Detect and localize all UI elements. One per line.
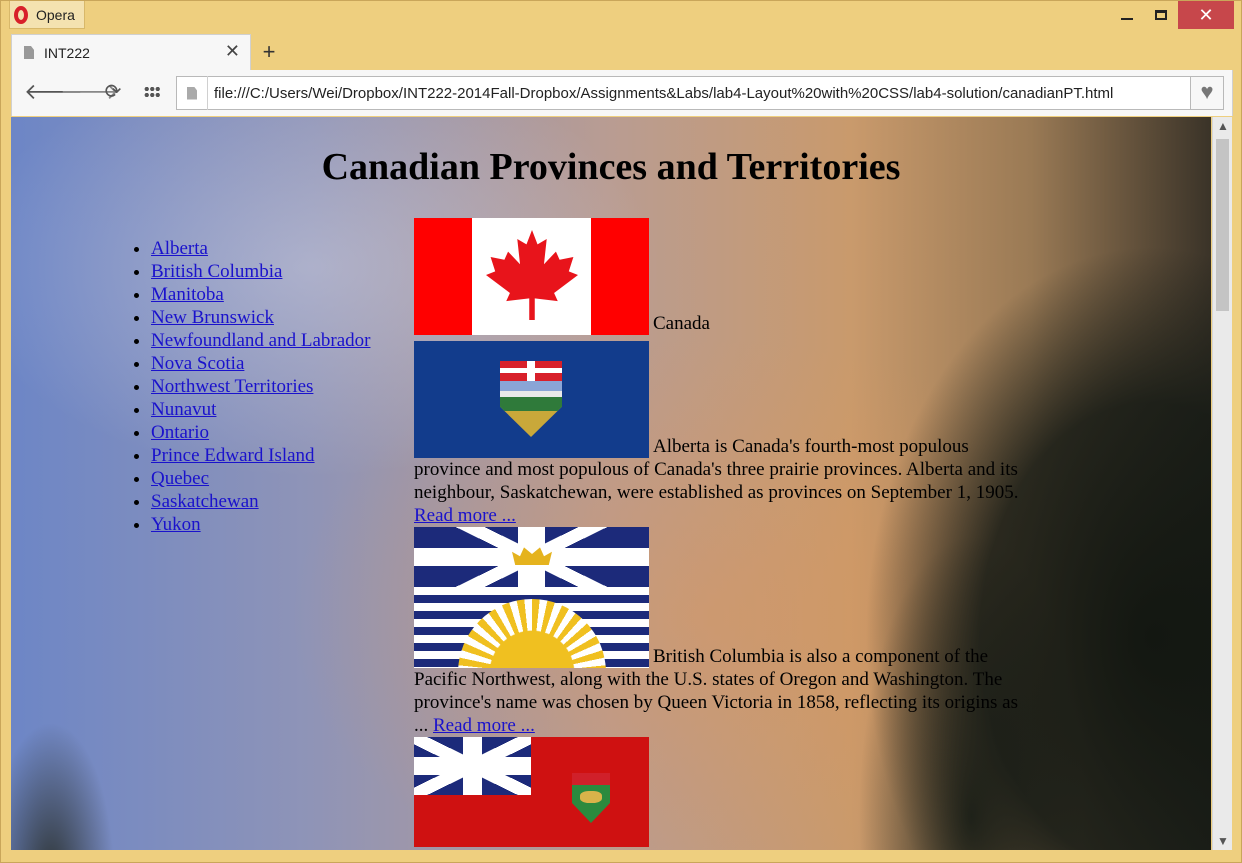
province-link[interactable]: Nova Scotia: [151, 353, 244, 374]
list-item: British Columbia: [151, 260, 370, 283]
province-link[interactable]: Northwest Territories: [151, 376, 313, 397]
window-close-button[interactable]: ✕: [1178, 1, 1234, 29]
list-item: Newfoundland and Labrador: [151, 329, 370, 352]
list-item: Nunavut: [151, 398, 370, 421]
province-content: Canada Alberta is Canada's fourth-most p…: [414, 218, 1034, 847]
list-item: Nova Scotia: [151, 352, 370, 375]
province-link[interactable]: Prince Edward Island: [151, 445, 315, 466]
maximize-button[interactable]: [1147, 1, 1175, 29]
list-item: Manitoba: [151, 283, 370, 306]
province-link[interactable]: Saskatchewan: [151, 491, 259, 512]
tab-close-button[interactable]: ✕: [225, 41, 240, 62]
province-link[interactable]: New Brunswick: [151, 307, 274, 328]
address-bar[interactable]: file:///C:/Users/Wei/Dropbox/INT222-2014…: [176, 76, 1192, 110]
province-list: Alberta British Columbia Manitoba New Br…: [129, 237, 370, 536]
url-divider: [207, 76, 208, 110]
url-text[interactable]: file:///C:/Users/Wei/Dropbox/INT222-2014…: [214, 85, 1113, 102]
maximize-icon: [1155, 10, 1167, 20]
minimize-icon: [1121, 18, 1133, 20]
canada-flag-image: [414, 218, 649, 335]
scrollbar-thumb[interactable]: [1216, 139, 1229, 311]
title-bar: Opera ✕: [1, 1, 1241, 31]
heart-icon: ♥: [1200, 79, 1214, 104]
document-icon: [24, 46, 34, 59]
canada-entry: Canada: [414, 218, 1034, 335]
navigation-toolbar: 🡐 🡒 ⟳ file:///C:/Users/Wei/Dropbox/INT22…: [11, 70, 1233, 116]
reload-icon: ⟳: [104, 81, 122, 103]
list-item: Quebec: [151, 467, 370, 490]
browser-window: Opera ✕ INT222 ✕ + 🡐 🡒 ⟳ file:///C:/User…: [0, 0, 1242, 863]
bookmark-heart-button[interactable]: ♥: [1190, 76, 1224, 110]
list-item: Northwest Territories: [151, 375, 370, 398]
page-info-icon[interactable]: [187, 86, 197, 100]
province-link[interactable]: Newfoundland and Labrador: [151, 330, 370, 351]
opera-menu-button[interactable]: Opera: [9, 1, 85, 29]
province-link[interactable]: Nunavut: [151, 399, 216, 420]
scroll-up-icon[interactable]: ▲: [1213, 117, 1233, 135]
close-icon: ✕: [1198, 4, 1214, 25]
back-button[interactable]: 🡐: [24, 80, 83, 106]
alberta-entry: Alberta is Canada's fourth-most populous…: [414, 341, 1034, 527]
page-viewport: Canadian Provinces and Territories Alber…: [11, 117, 1211, 850]
manitoba-entry: [414, 737, 1034, 847]
forward-button[interactable]: 🡒: [60, 80, 119, 106]
province-link[interactable]: Quebec: [151, 468, 209, 489]
minimize-button[interactable]: [1113, 1, 1141, 29]
list-item: Saskatchewan: [151, 490, 370, 513]
app-name: Opera: [36, 6, 75, 23]
list-item: New Brunswick: [151, 306, 370, 329]
scroll-down-icon[interactable]: ▼: [1213, 832, 1233, 850]
alberta-read-more-link[interactable]: Read more ...: [414, 505, 516, 526]
tab-int222[interactable]: INT222 ✕: [11, 34, 251, 70]
vertical-scrollbar[interactable]: ▲ ▼: [1212, 117, 1232, 850]
speed-dial-button[interactable]: [140, 80, 166, 106]
bc-read-more-link[interactable]: Read more ...: [433, 715, 535, 736]
province-link[interactable]: British Columbia: [151, 261, 282, 282]
maple-leaf-icon: [486, 230, 578, 320]
province-link[interactable]: Ontario: [151, 422, 209, 443]
new-tab-button[interactable]: +: [259, 39, 279, 65]
bc-entry: British Columbia is also a component of …: [414, 527, 1034, 737]
list-item: Ontario: [151, 421, 370, 444]
tab-title: INT222: [44, 44, 90, 61]
manitoba-flag-image: [414, 737, 649, 847]
page-title: Canadian Provinces and Territories: [321, 146, 901, 188]
opera-logo-icon: [14, 5, 28, 24]
province-link[interactable]: Yukon: [151, 514, 201, 535]
manitoba-shield-icon: [572, 773, 610, 823]
list-item: Alberta: [151, 237, 370, 260]
list-item: Yukon: [151, 513, 370, 536]
canada-label: Canada: [653, 313, 710, 334]
speed-dial-icon: [144, 86, 160, 98]
alberta-shield-icon: [500, 361, 562, 437]
list-item: Prince Edward Island: [151, 444, 370, 467]
bc-flag-image: [414, 527, 649, 668]
reload-button[interactable]: ⟳: [100, 80, 126, 106]
union-jack-icon: [414, 737, 531, 795]
alberta-flag-image: [414, 341, 649, 458]
province-link[interactable]: Alberta: [151, 238, 208, 259]
province-link[interactable]: Manitoba: [151, 284, 224, 305]
